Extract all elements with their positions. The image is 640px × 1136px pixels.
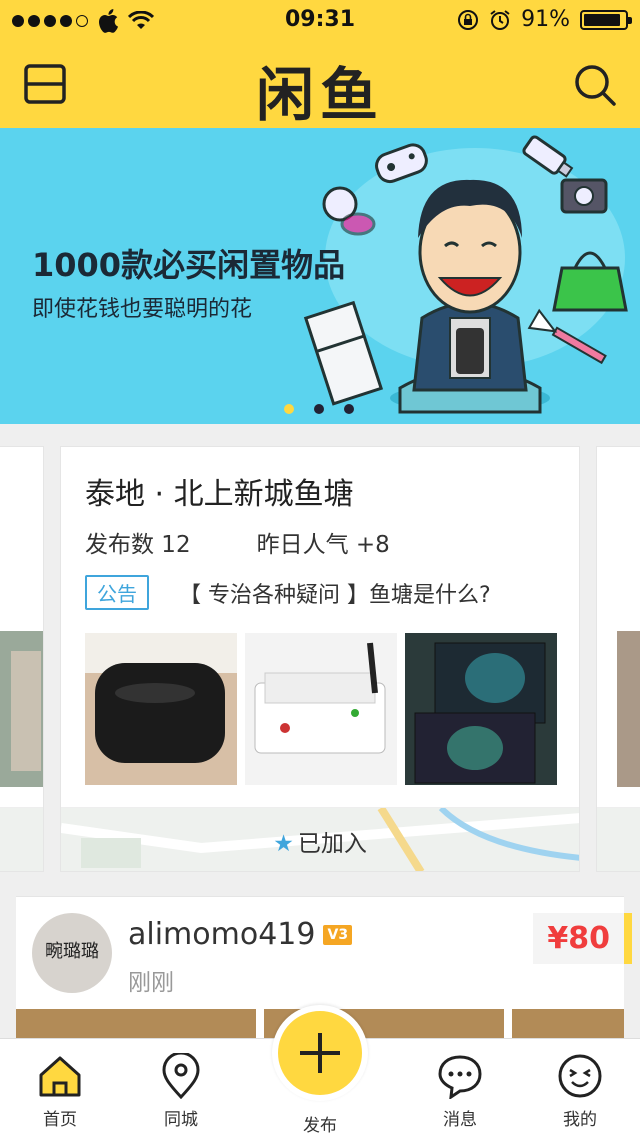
plus-icon bbox=[300, 1033, 340, 1073]
notice-tag: 公告 bbox=[85, 575, 149, 610]
top-header: 09:31 91% 闲鱼 bbox=[0, 0, 640, 129]
notice-text: 【 专治各种疑问 】鱼塘是什么? bbox=[179, 582, 491, 608]
pond-stats: 发布数 12 昨日人气 +8 bbox=[85, 525, 390, 559]
promo-banner[interactable]: 1000款必买闲置物品 即使花钱也要聪明的花 bbox=[0, 128, 640, 424]
battery-fill bbox=[584, 13, 621, 26]
joined-label: 已加入 bbox=[297, 831, 367, 857]
post-count: 发布数 12 bbox=[85, 532, 191, 558]
pond-map[interactable]: ★ 已加入 bbox=[61, 807, 579, 871]
app-logo: 闲鱼 bbox=[255, 61, 384, 129]
tab-publish-label[interactable]: 发布 bbox=[270, 1111, 370, 1136]
camera-icon bbox=[560, 178, 608, 214]
pager-dot-2[interactable] bbox=[314, 404, 324, 414]
pond-card-previous[interactable] bbox=[0, 446, 44, 872]
profile-face-icon bbox=[558, 1054, 602, 1098]
message-icon bbox=[438, 1055, 482, 1099]
banner-subtitle: 即使花钱也要聪明的花 bbox=[32, 297, 253, 322]
pond-carousel[interactable]: 泰地 · 北上新城鱼塘 发布数 12 昨日人气 +8 公告 【 专治各种疑问 】… bbox=[0, 446, 640, 876]
rotation-lock-icon bbox=[458, 9, 479, 30]
home-icon bbox=[39, 1056, 81, 1097]
tab-city[interactable]: 同城 bbox=[131, 1053, 231, 1130]
banner-title: 1000款必买闲置物品 bbox=[32, 246, 346, 284]
pond-card-next[interactable] bbox=[596, 446, 640, 872]
banner-illustration bbox=[303, 135, 628, 414]
joined-button[interactable]: ★ 已加入 bbox=[61, 824, 579, 858]
pager-dot-1[interactable] bbox=[284, 404, 294, 414]
tab-mine[interactable]: 我的 bbox=[530, 1053, 630, 1130]
battery-icon bbox=[580, 9, 632, 30]
avatar-text: 畹璐璐 bbox=[45, 941, 99, 962]
location-icon bbox=[162, 1053, 200, 1099]
star-icon: ★ bbox=[273, 831, 294, 857]
tab-messages[interactable]: 消息 bbox=[410, 1053, 510, 1130]
pond-thumbnails bbox=[85, 633, 557, 785]
tab-home[interactable]: 首页 bbox=[10, 1053, 110, 1130]
battery-percent: 91% bbox=[521, 7, 570, 32]
thumbnail-image[interactable] bbox=[245, 633, 397, 785]
pond-notice[interactable]: 公告 【 专治各种疑问 】鱼塘是什么? bbox=[85, 575, 491, 610]
pond-card[interactable]: 泰地 · 北上新城鱼塘 发布数 12 昨日人气 +8 公告 【 专治各种疑问 】… bbox=[60, 446, 580, 872]
search-icon[interactable] bbox=[574, 64, 616, 106]
price-tag: ¥80 bbox=[533, 913, 632, 964]
pager-dot-3[interactable] bbox=[344, 404, 354, 414]
alarm-icon bbox=[490, 9, 510, 30]
publish-button[interactable] bbox=[272, 1005, 368, 1101]
thumbnail-image[interactable] bbox=[405, 633, 557, 785]
tab-bar: 首页 同城 发布 消息 我的 bbox=[0, 1005, 640, 1136]
avatar[interactable]: 畹璐璐 bbox=[32, 913, 112, 993]
thumbnail-image[interactable] bbox=[85, 633, 237, 785]
banner-pager[interactable] bbox=[284, 404, 354, 414]
username[interactable]: alimomo419 bbox=[128, 917, 315, 952]
pond-title: 泰地 · 北上新城鱼塘 bbox=[85, 477, 354, 512]
status-bar: 09:31 91% bbox=[0, 0, 640, 40]
level-badge: V3 bbox=[323, 924, 353, 945]
popularity: 昨日人气 +8 bbox=[256, 532, 390, 558]
post-time: 刚刚 bbox=[128, 970, 174, 996]
